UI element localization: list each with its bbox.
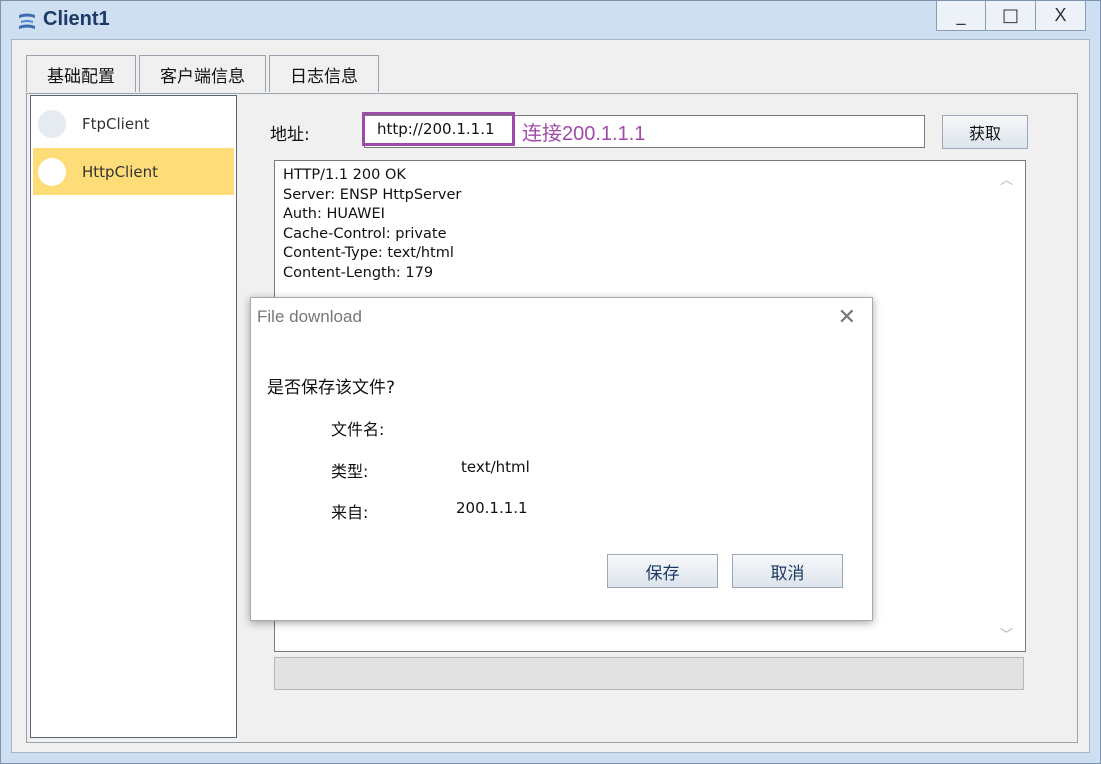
- response-lines: HTTP/1.1 200 OK Server: ENSP HttpServer …: [283, 166, 461, 283]
- sidebar-item-label: FtpClient: [82, 114, 150, 133]
- tab-bar: 基础配置 客户端信息 日志信息: [26, 55, 382, 92]
- save-button[interactable]: 保存: [607, 554, 718, 588]
- tab-basic-config[interactable]: 基础配置: [26, 55, 136, 92]
- app-icon: [19, 13, 35, 29]
- dialog-title: File download: [257, 307, 362, 326]
- tab-log-info[interactable]: 日志信息: [269, 55, 379, 92]
- scroll-up-icon[interactable]: ︿: [1000, 169, 1013, 188]
- maximize-button[interactable]: □: [986, 1, 1036, 31]
- response-line: Cache-Control: private: [283, 225, 447, 242]
- response-line: Content-Type: text/html: [283, 245, 454, 261]
- cancel-button[interactable]: 取消: [732, 554, 843, 588]
- sidebar-item-httpclient[interactable]: HttpClient: [33, 148, 234, 195]
- from-label: 来自:: [331, 503, 369, 522]
- close-button[interactable]: X: [1036, 1, 1086, 31]
- client-type-list: FtpClient HttpClient: [30, 95, 237, 738]
- status-bar: [274, 657, 1024, 690]
- type-value: text/html: [461, 458, 530, 476]
- close-icon[interactable]: ✕: [838, 304, 856, 330]
- response-line: Content-Length: 179: [283, 264, 434, 281]
- annotation-text: 连接200.1.1.1: [522, 123, 646, 145]
- fetch-button[interactable]: 获取: [942, 115, 1028, 149]
- response-line: Auth: HUAWEI: [283, 206, 385, 222]
- file-download-dialog: File download ✕ 是否保存该文件? 文件名: 类型: text/h…: [250, 297, 873, 621]
- from-value: 200.1.1.1: [456, 499, 528, 517]
- status-dot-icon: [38, 157, 66, 186]
- status-dot-icon: [38, 109, 66, 138]
- window-title: Client1: [43, 8, 110, 30]
- title-bar[interactable]: Client1 _ □ X: [1, 1, 1100, 39]
- sidebar-item-label: HttpClient: [82, 162, 158, 181]
- address-label: 地址:: [270, 125, 310, 145]
- sidebar-item-ftpclient[interactable]: FtpClient: [33, 100, 234, 147]
- response-line: HTTP/1.1 200 OK: [283, 167, 406, 183]
- annotation-highlight-box: [362, 112, 515, 146]
- response-line: Server: ENSP HttpServer: [283, 186, 462, 203]
- minimize-button[interactable]: _: [936, 1, 986, 31]
- dialog-question: 是否保存该文件?: [267, 378, 396, 398]
- filename-label: 文件名:: [331, 420, 385, 439]
- tab-client-info[interactable]: 客户端信息: [139, 55, 266, 92]
- type-label: 类型:: [331, 462, 369, 481]
- scroll-down-icon[interactable]: ﹀: [1000, 624, 1013, 643]
